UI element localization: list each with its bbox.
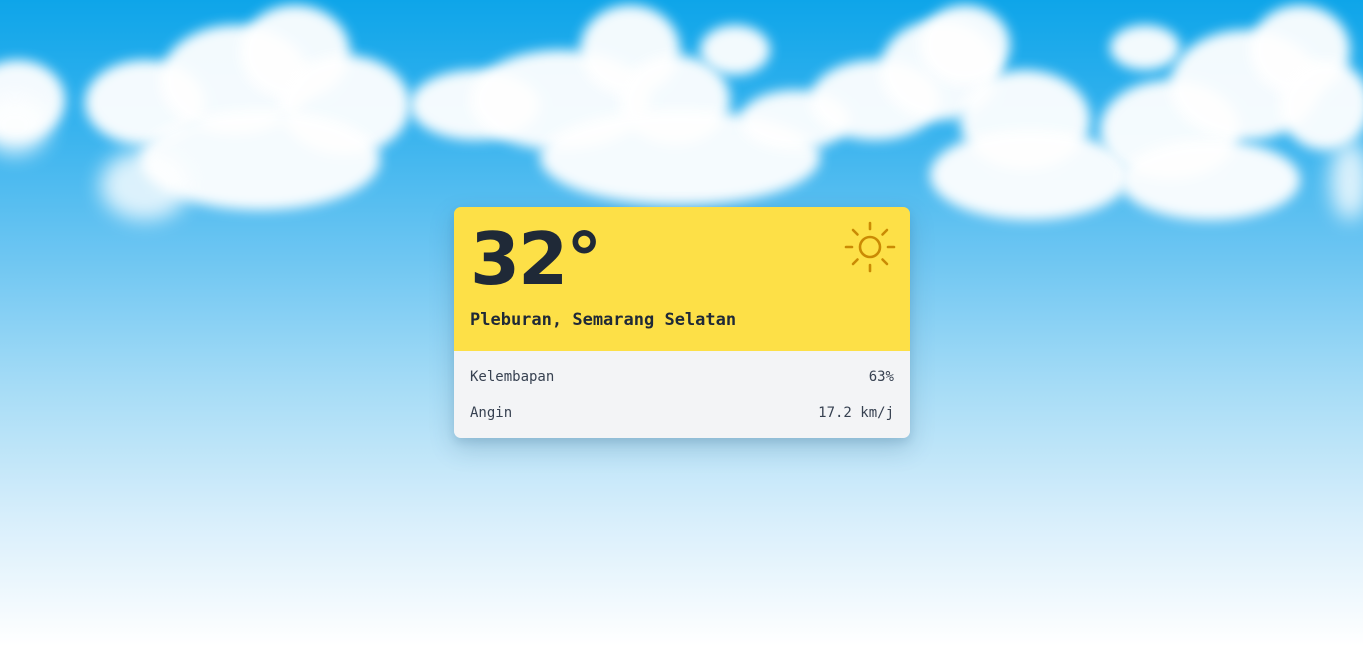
temperature-value: 32° — [470, 217, 602, 301]
humidity-value: 63% — [868, 369, 894, 385]
weather-card: 32° Pleburan, Semarang Selatan Kelembapa… — [454, 207, 910, 438]
location-name: Pleburan, Semarang Selatan — [470, 310, 737, 330]
sun-icon — [844, 221, 896, 273]
weather-card-header: 32° Pleburan, Semarang Selatan — [454, 207, 910, 351]
humidity-label: Kelembapan — [470, 369, 555, 385]
wind-value: 17.2 km/j — [818, 405, 894, 421]
humidity-row: Kelembapan 63% — [470, 366, 894, 388]
weather-details: Kelembapan 63% Angin 17.2 km/j — [454, 351, 910, 438]
wind-row: Angin 17.2 km/j — [470, 402, 894, 424]
wind-label: Angin — [470, 405, 513, 421]
